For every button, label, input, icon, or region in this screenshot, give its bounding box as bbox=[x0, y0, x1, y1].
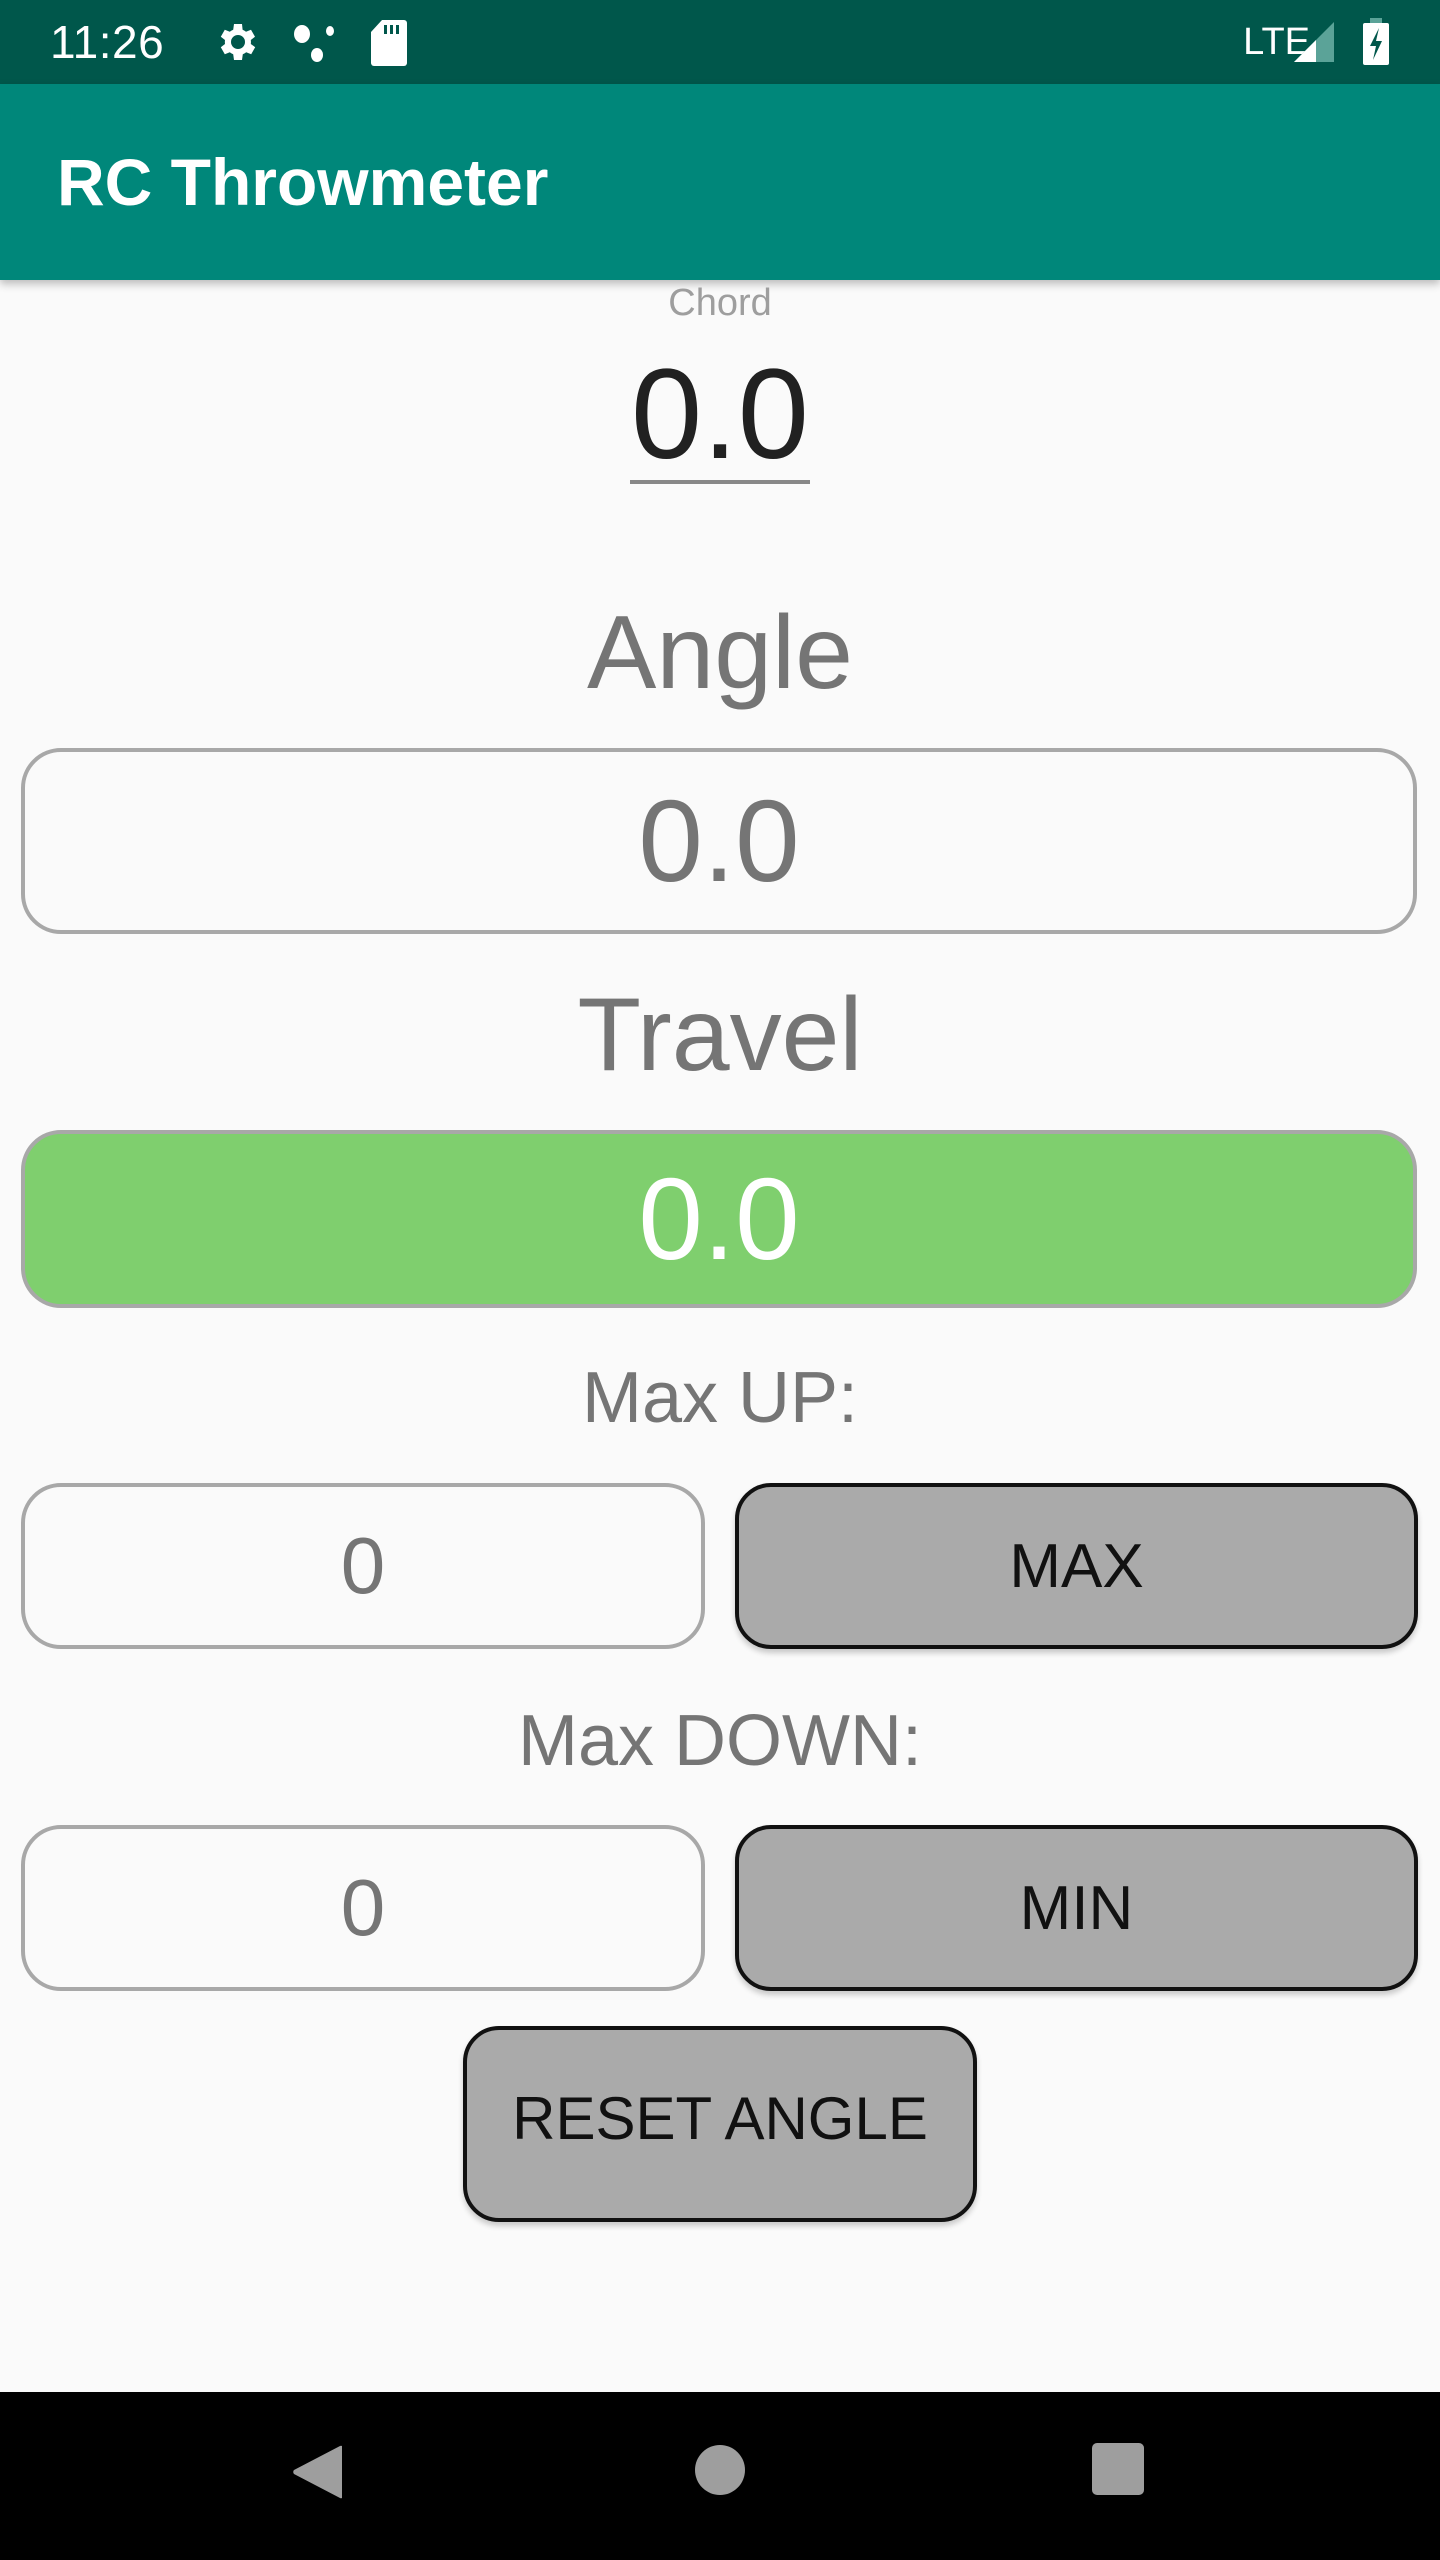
chord-input[interactable]: 0.0 bbox=[0, 340, 1440, 490]
max-down-label: Max DOWN: bbox=[518, 1701, 922, 1781]
travel-value: 0.0 bbox=[638, 1154, 800, 1284]
max-button[interactable]: MAX bbox=[735, 1483, 1418, 1649]
angle-label: Angle bbox=[587, 595, 853, 711]
battery-charging-icon bbox=[1362, 0, 1390, 84]
gear-icon bbox=[212, 0, 260, 84]
navigation-bar bbox=[0, 2392, 1440, 2560]
sd-card-icon bbox=[370, 0, 408, 84]
status-time: 11:26 bbox=[50, 16, 165, 68]
app-title: RC Throwmeter bbox=[57, 145, 549, 219]
angle-display: 0.0 bbox=[21, 748, 1417, 934]
chord-label: Chord bbox=[668, 282, 772, 324]
angle-value: 0.0 bbox=[638, 776, 800, 906]
max-down-value-field[interactable]: 0 bbox=[21, 1825, 705, 1991]
home-icon[interactable] bbox=[694, 2444, 746, 2501]
max-up-label: Max UP: bbox=[581, 1358, 859, 1438]
max-up-value: 0 bbox=[340, 1521, 386, 1610]
max-up-value-field[interactable]: 0 bbox=[21, 1483, 705, 1649]
min-button[interactable]: MIN bbox=[735, 1825, 1418, 1991]
recents-icon[interactable] bbox=[1091, 2442, 1145, 2501]
chord-input-underline bbox=[630, 480, 810, 484]
signal-icon bbox=[1292, 0, 1336, 84]
back-icon[interactable] bbox=[290, 2442, 346, 2507]
reset-angle-button[interactable]: RESET ANGLE bbox=[463, 2026, 977, 2222]
travel-label: Travel bbox=[577, 977, 863, 1093]
assistant-dots-icon bbox=[290, 0, 340, 84]
max-down-value: 0 bbox=[340, 1863, 386, 1952]
status-bar: 11:26 LTE bbox=[0, 0, 1440, 84]
travel-display: 0.0 bbox=[21, 1130, 1417, 1308]
